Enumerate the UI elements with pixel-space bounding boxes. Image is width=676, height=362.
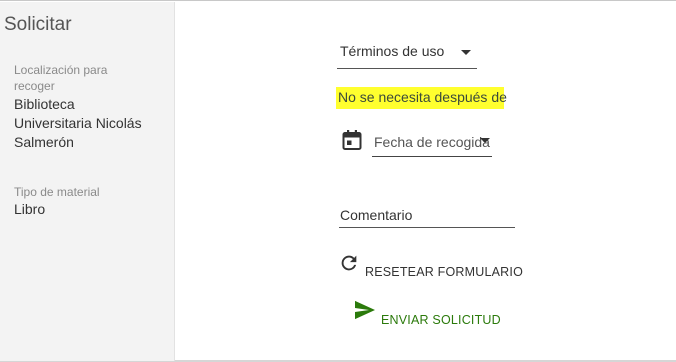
send-request-label: ENVIAR SOLICITUD — [381, 313, 501, 327]
pickup-location-label-line2: recoger — [14, 79, 55, 93]
refresh-icon — [341, 255, 357, 271]
send-icon — [355, 300, 375, 320]
reset-form-button[interactable]: RESETEAR FORMULARIO — [338, 252, 523, 284]
comment-placeholder: Comentario — [340, 207, 413, 223]
panel-title: Solicitar — [4, 14, 72, 35]
request-form: Términos de uso No se necesita después d… — [176, 2, 676, 361]
material-type-value: Libro — [14, 201, 46, 217]
pickup-location-label-line1: Localización para — [14, 63, 108, 77]
comment-field[interactable]: Comentario — [339, 204, 515, 228]
calendar-icon[interactable] — [342, 129, 362, 151]
pickup-date-placeholder: Fecha de recogida — [374, 134, 490, 150]
not-needed-after-notice: No se necesita después de — [336, 87, 507, 109]
chevron-down-icon — [461, 50, 471, 55]
pickup-location-value-line1: Biblioteca — [14, 96, 75, 112]
pickup-date-field[interactable]: Fecha de recogida — [372, 130, 492, 157]
terms-of-use-select[interactable]: Términos de uso — [337, 43, 477, 69]
chevron-down-icon — [480, 138, 490, 143]
terms-of-use-value: Términos de uso — [340, 43, 445, 59]
reset-form-label: RESETEAR FORMULARIO — [365, 265, 523, 279]
material-type-label: Tipo de material — [14, 185, 100, 199]
not-needed-after-text: No se necesita después de — [338, 89, 507, 105]
request-panel: Solicitar Localización para recoger Bibl… — [0, 0, 676, 362]
send-request-button[interactable]: ENVIAR SOLICITUD — [354, 300, 514, 332]
pickup-location-value-line3: Salmerón — [14, 134, 74, 150]
request-sidebar: Solicitar Localización para recoger Bibl… — [0, 2, 175, 361]
pickup-location-value-line2: Universitaria Nicolás — [14, 115, 142, 131]
